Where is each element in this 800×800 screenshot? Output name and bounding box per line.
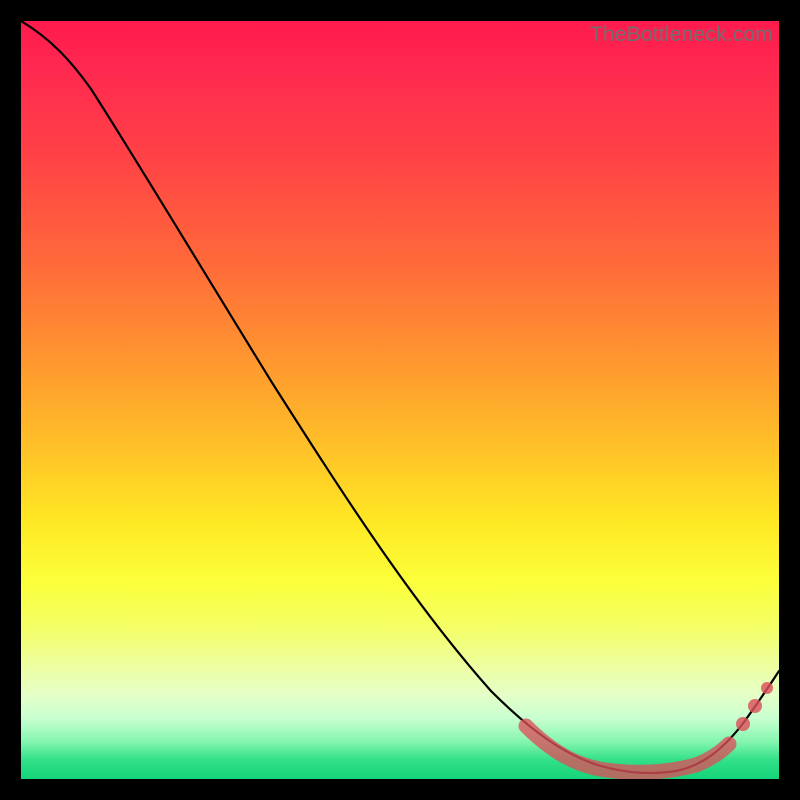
highlight-dot (748, 699, 762, 713)
chart-plot-area: TheBottleneck.com (21, 21, 779, 779)
watermark-label: TheBottleneck.com (590, 23, 773, 47)
chart-frame: TheBottleneck.com (0, 0, 800, 800)
valley-highlight-segment (526, 726, 729, 772)
highlight-dot (761, 682, 773, 694)
highlight-dot (736, 717, 750, 731)
chart-svg (21, 21, 779, 779)
bottleneck-curve-path (21, 21, 779, 773)
